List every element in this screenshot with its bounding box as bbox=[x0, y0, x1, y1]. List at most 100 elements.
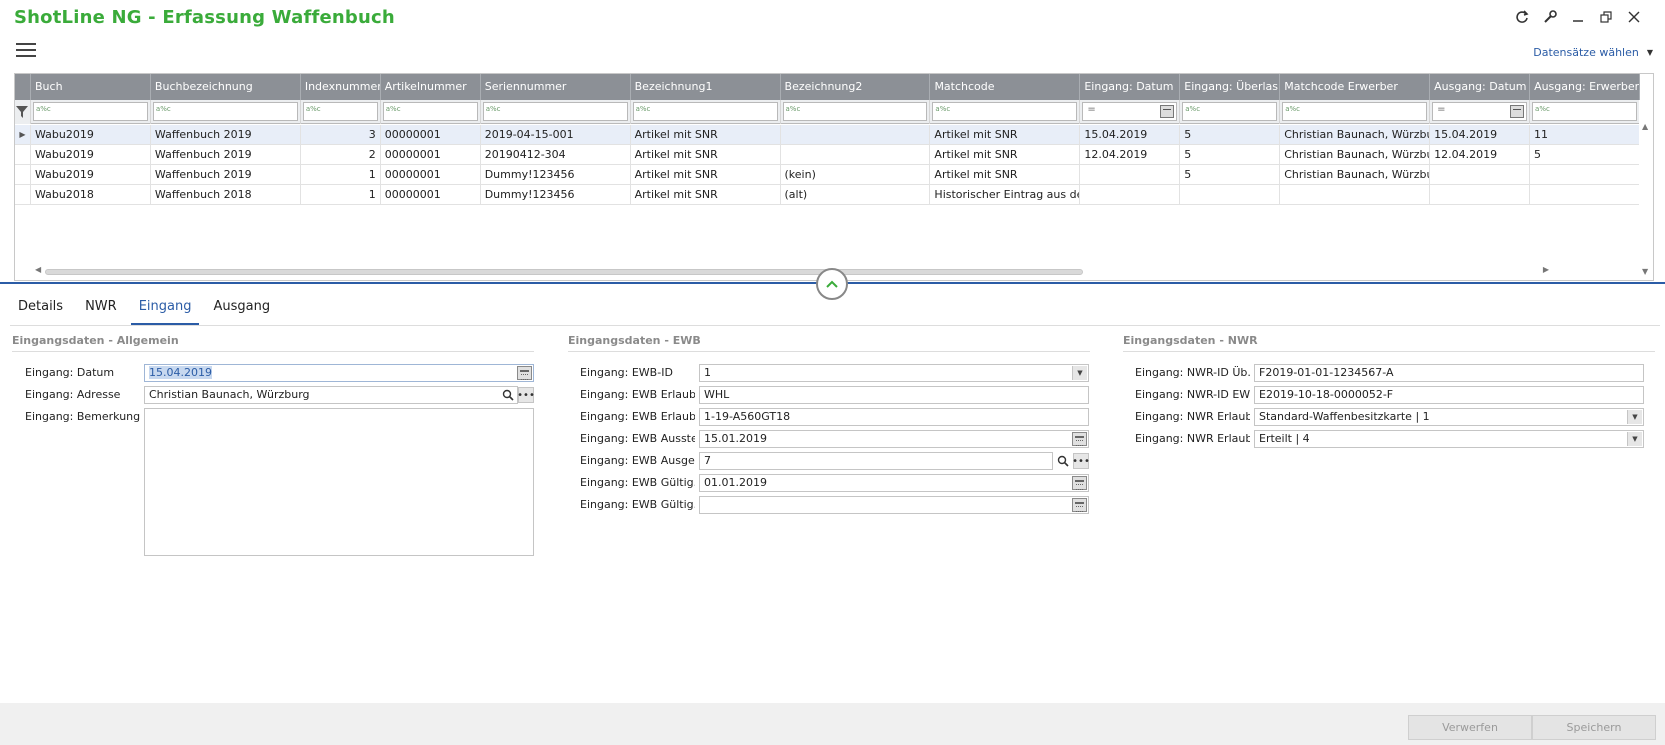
ewb-id-select[interactable]: 1 ▼ bbox=[699, 364, 1089, 382]
table-cell: 00000001 bbox=[381, 145, 481, 165]
column-header[interactable]: Bezeichnung2 bbox=[781, 74, 931, 100]
nwr-id-ewb-input[interactable]: E2019-10-18-0000052-F bbox=[1254, 386, 1644, 404]
save-button[interactable]: Speichern bbox=[1532, 715, 1656, 740]
filter-input[interactable]: a%c bbox=[32, 102, 148, 121]
column-header[interactable]: Indexnummer bbox=[301, 74, 381, 100]
vertical-scrollbar[interactable]: ▲ ▼ bbox=[1639, 100, 1653, 280]
chevron-down-icon[interactable]: ▼ bbox=[1627, 410, 1642, 424]
nwr-erlaubnis-art-select[interactable]: Standard-Waffenbesitzkarte | 1 ▼ bbox=[1254, 408, 1644, 426]
filter-input[interactable]: a%c bbox=[632, 102, 778, 121]
filter-input[interactable]: a%c bbox=[1182, 102, 1278, 121]
table-cell: Christian Baunach, Würzburg bbox=[1280, 145, 1431, 165]
calendar-icon[interactable] bbox=[1072, 498, 1087, 512]
calendar-icon[interactable] bbox=[1072, 432, 1087, 446]
row-indicator bbox=[15, 185, 31, 205]
column-header[interactable]: Artikelnummer bbox=[381, 74, 481, 100]
tab-nwr[interactable]: NWR bbox=[77, 296, 125, 326]
table-cell: 5 bbox=[1180, 145, 1281, 165]
scrollbar-thumb[interactable] bbox=[45, 269, 1083, 275]
table-cell: 00000001 bbox=[381, 185, 481, 205]
minimize-icon[interactable] bbox=[1567, 6, 1589, 28]
field-label: Eingang: Bemerkung bbox=[25, 410, 141, 423]
discard-button[interactable]: Verwerfen bbox=[1408, 715, 1532, 740]
column-header[interactable]: Matchcode bbox=[930, 74, 1081, 100]
scroll-up-icon[interactable]: ▲ bbox=[1642, 122, 1648, 131]
hamburger-menu-icon[interactable] bbox=[16, 43, 36, 59]
field-label: Eingang: EWB Ausges... bbox=[580, 454, 695, 467]
nwr-id-ueberlasser-input[interactable]: F2019-01-01-1234567-A bbox=[1254, 364, 1644, 382]
table-row[interactable]: Wabu2019 Waffenbuch 2019 2 00000001 2019… bbox=[15, 145, 1640, 165]
tab-details[interactable]: Details bbox=[10, 296, 71, 326]
eingang-bemerkung-textarea[interactable] bbox=[144, 408, 534, 556]
table-row[interactable]: Wabu2019 Waffenbuch 2019 1 00000001 Dumm… bbox=[15, 165, 1640, 185]
ewb-gueltig-von-input[interactable]: 01.01.2019 bbox=[699, 474, 1089, 492]
filter-input[interactable]: a%c bbox=[932, 102, 1078, 121]
column-header[interactable]: Buch bbox=[31, 74, 151, 100]
column-header[interactable]: Seriennummer bbox=[481, 74, 631, 100]
filter-date-input[interactable]: = bbox=[1432, 102, 1528, 121]
tab-ausgang[interactable]: Ausgang bbox=[205, 296, 278, 326]
calendar-icon[interactable] bbox=[1072, 476, 1087, 490]
calendar-icon[interactable] bbox=[1160, 105, 1175, 118]
eingang-adresse-input[interactable]: Christian Baunach, Würzburg bbox=[144, 386, 518, 404]
collapse-chevron-up-icon[interactable] bbox=[816, 268, 848, 300]
tab-eingang[interactable]: Eingang bbox=[130, 296, 200, 326]
search-icon[interactable] bbox=[500, 387, 516, 403]
calendar-icon[interactable] bbox=[1510, 105, 1525, 118]
column-header[interactable]: Bezeichnung1 bbox=[631, 74, 781, 100]
table-cell: Dummy!123456 bbox=[481, 165, 631, 185]
filter-input[interactable]: a%c bbox=[482, 102, 628, 121]
filter-input[interactable]: a%c bbox=[782, 102, 928, 121]
horizontal-scrollbar[interactable]: ◀ ▶ bbox=[31, 265, 1549, 278]
filter-icon[interactable] bbox=[15, 100, 31, 124]
column-header[interactable]: Matchcode Erwerber bbox=[1280, 74, 1431, 100]
filter-input[interactable]: a%c bbox=[152, 102, 298, 121]
restore-icon[interactable] bbox=[1595, 6, 1617, 28]
field-label: Eingang: EWB Erlaub... bbox=[580, 410, 695, 423]
table-row[interactable]: ▶ Wabu2019 Waffenbuch 2019 3 00000001 20… bbox=[15, 125, 1640, 145]
table-row[interactable]: Wabu2018 Waffenbuch 2018 1 00000001 Dumm… bbox=[15, 185, 1640, 205]
table-cell: Historischer Eintrag aus de... bbox=[930, 185, 1081, 205]
column-header[interactable]: Eingang: Überlas... bbox=[1180, 74, 1281, 100]
ewb-erlaubnis-input[interactable]: WHL bbox=[699, 386, 1089, 404]
filter-input[interactable]: a%c bbox=[1282, 102, 1428, 121]
filter-input[interactable]: a%c bbox=[1532, 102, 1637, 121]
field-label: Eingang: EWB Gültig... bbox=[580, 476, 695, 489]
chevron-down-icon[interactable]: ▼ bbox=[1072, 366, 1087, 380]
filter-input[interactable]: a%c bbox=[302, 102, 378, 121]
field-label: Eingang: Datum bbox=[25, 366, 115, 379]
scroll-right-icon[interactable]: ▶ bbox=[1543, 265, 1549, 274]
eingang-datum-input[interactable]: 15.04.2019 bbox=[144, 364, 534, 382]
column-header[interactable]: Eingang: Datum bbox=[1080, 74, 1181, 100]
filter-operator: a%c bbox=[385, 105, 401, 113]
search-icon[interactable] bbox=[1055, 453, 1071, 469]
ewb-ausstellung-input[interactable]: 15.01.2019 bbox=[699, 430, 1089, 448]
field-label: Eingang: NWR-ID EWB bbox=[1135, 388, 1250, 401]
scroll-left-icon[interactable]: ◀ bbox=[35, 265, 41, 274]
column-header[interactable]: Ausgang: Erwerber bbox=[1530, 74, 1640, 100]
filter-operator: a%c bbox=[485, 105, 501, 113]
table-cell: 5 bbox=[1180, 125, 1281, 145]
ewb-ausgestellt-input[interactable]: 7 bbox=[699, 452, 1053, 470]
field-label: Eingang: NWR Erlaub... bbox=[1135, 432, 1250, 445]
filter-input[interactable]: a%c bbox=[382, 102, 478, 121]
filter-date-input[interactable]: = bbox=[1082, 102, 1178, 121]
ewb-erlaubnis-nr-input[interactable]: 1-19-A560GT18 bbox=[699, 408, 1089, 426]
table-cell bbox=[1180, 185, 1281, 205]
calendar-icon[interactable] bbox=[517, 366, 532, 380]
close-icon[interactable] bbox=[1623, 6, 1645, 28]
refresh-icon[interactable] bbox=[1511, 6, 1533, 28]
chevron-down-icon[interactable]: ▼ bbox=[1627, 432, 1642, 446]
select-records-dropdown[interactable]: Datensätze wählen ▼ bbox=[1533, 46, 1653, 59]
more-options-icon[interactable]: ••• bbox=[1072, 453, 1090, 469]
ewb-gueltig-bis-input[interactable] bbox=[699, 496, 1089, 514]
nwr-erlaubnis-status-select[interactable]: Erteilt | 4 ▼ bbox=[1254, 430, 1644, 448]
column-header[interactable]: Buchbezeichnung bbox=[151, 74, 301, 100]
wrench-icon[interactable] bbox=[1539, 6, 1561, 28]
filter-operator: = bbox=[1437, 104, 1446, 115]
table-cell: (alt) bbox=[781, 185, 931, 205]
field-label: Eingang: EWB Ausstel... bbox=[580, 432, 695, 445]
column-header[interactable]: Ausgang: Datum bbox=[1430, 74, 1531, 100]
scroll-down-icon[interactable]: ▼ bbox=[1642, 267, 1648, 276]
more-options-icon[interactable]: ••• bbox=[517, 387, 535, 403]
